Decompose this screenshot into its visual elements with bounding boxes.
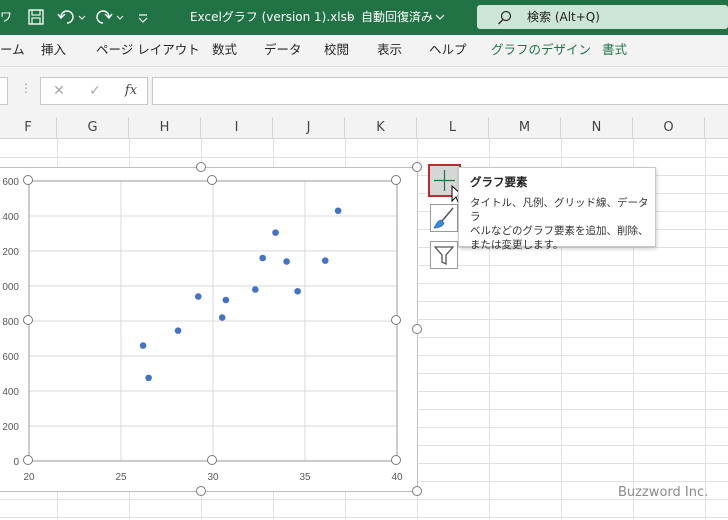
- chart-filters-button[interactable]: [430, 241, 458, 269]
- tooltip-title: グラフ要素: [470, 175, 528, 189]
- watermark: Buzzword Inc.: [618, 485, 709, 500]
- chart-elements-tooltip: グラフ要素 タイトル、凡例、グリッド線、データ ラ ベルなどのグラフ要素を追加、…: [458, 167, 656, 251]
- tooltip-line: または変更します。: [470, 239, 564, 251]
- paintbrush-icon: [433, 207, 454, 229]
- resize-handle-top[interactable]: [196, 162, 206, 172]
- plot-handle-right[interactable]: [391, 315, 401, 325]
- plot-handle-top[interactable]: [207, 175, 217, 185]
- plot-handle-left[interactable]: [23, 315, 33, 325]
- resize-handle-bottom[interactable]: [196, 486, 206, 496]
- resize-handle-right[interactable]: [412, 324, 422, 334]
- selection-handles: [23, 162, 422, 496]
- plot-handle-bottom-right[interactable]: [391, 455, 401, 465]
- plot-handle-bottom[interactable]: [207, 455, 217, 465]
- plot-handle-bottom-left[interactable]: [23, 455, 33, 465]
- funnel-icon: [433, 246, 455, 266]
- resize-handle-bottom-right[interactable]: [412, 486, 422, 496]
- tooltip-line: ベルなどのグラフ要素を追加、削除、: [470, 225, 649, 237]
- chart-styles-button[interactable]: [430, 204, 458, 232]
- resize-handle-top-right[interactable]: [412, 162, 422, 172]
- plot-handle-top-right[interactable]: [391, 175, 401, 185]
- tooltip-line: タイトル、凡例、グリッド線、データ ラ: [470, 197, 649, 223]
- tooltip-description: タイトル、凡例、グリッド線、データ ラ ベルなどのグラフ要素を追加、削除、 また…: [470, 196, 652, 252]
- plot-handle-top-left[interactable]: [23, 175, 33, 185]
